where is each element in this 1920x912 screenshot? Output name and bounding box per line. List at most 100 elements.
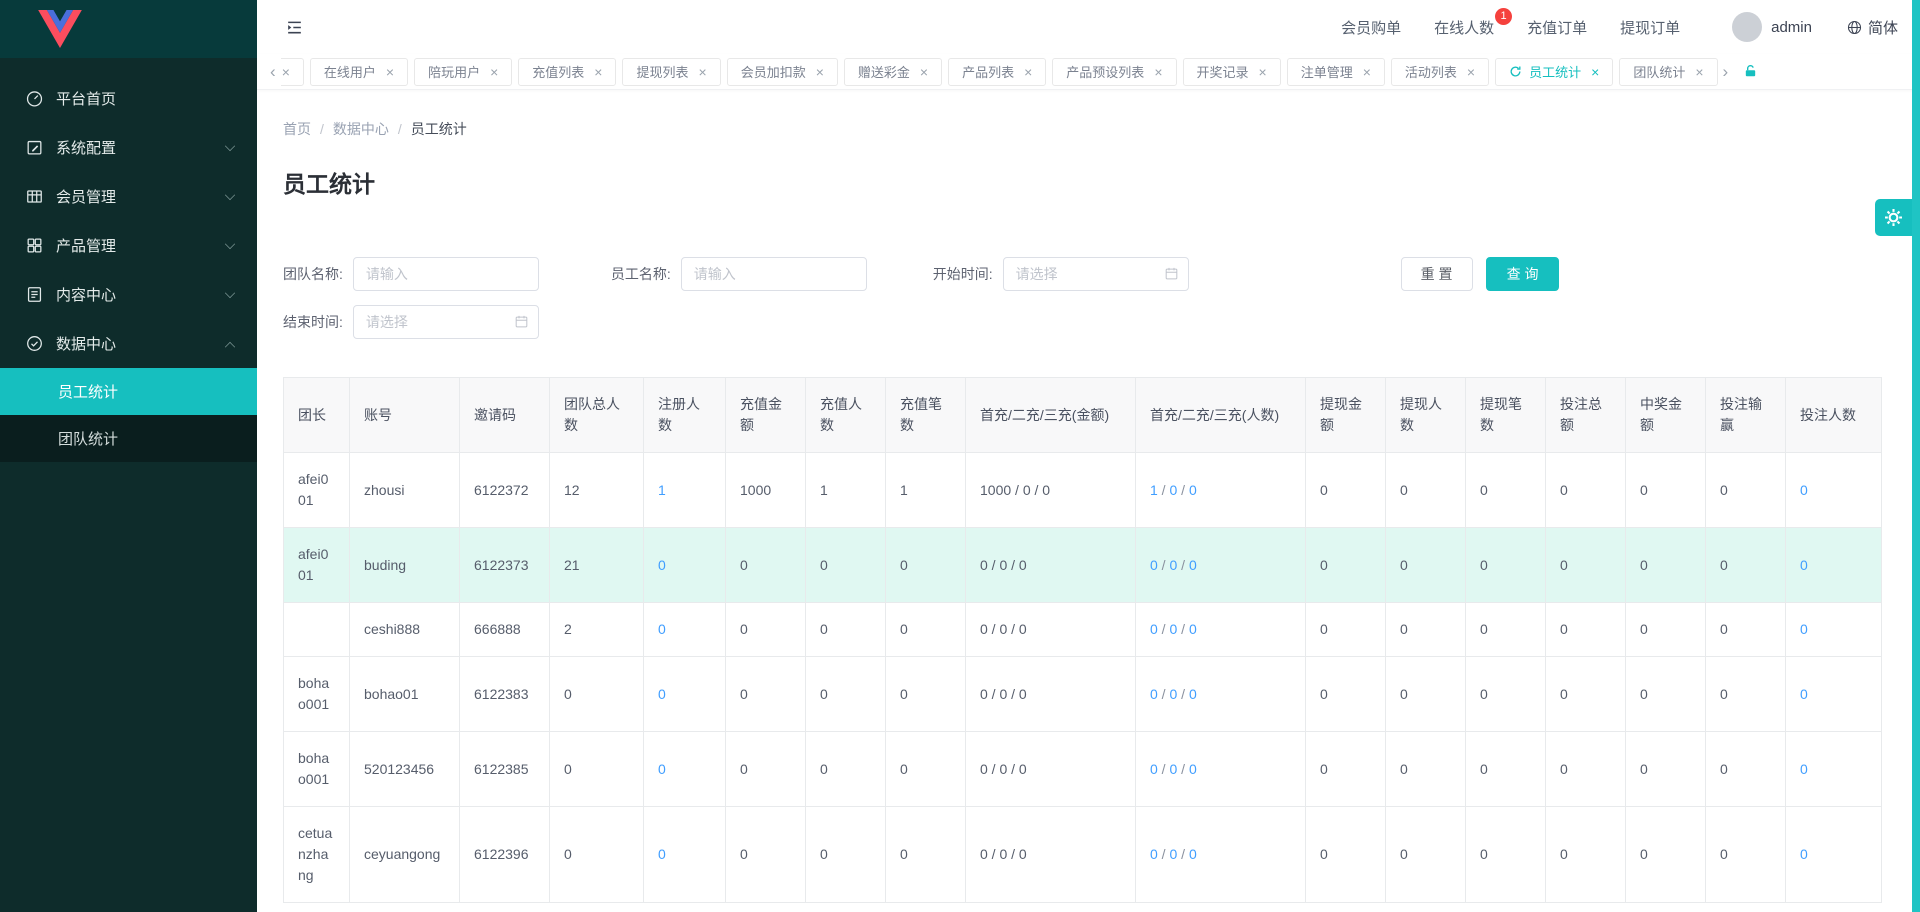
breadcrumb-data-center[interactable]: 数据中心 (333, 119, 389, 139)
registered-link[interactable]: 0 (658, 557, 666, 573)
table-row: bohao0015201234566122385000000 / 0 / 00 … (284, 732, 1882, 807)
bet_users-link[interactable]: 0 (1800, 621, 1808, 637)
cell-withdraw_count: 0 (1466, 657, 1546, 732)
staff-name-input[interactable] (681, 257, 867, 291)
cell-first_amount: 1000 / 0 / 0 (966, 453, 1136, 528)
first_users-link[interactable]: 0 (1150, 761, 1158, 777)
close-icon[interactable]: × (699, 65, 707, 79)
sidebar-item-member-management[interactable]: 会员管理 (0, 172, 257, 221)
close-icon[interactable]: × (1591, 65, 1599, 79)
tab-activity-list[interactable]: 活动列表 × (1391, 58, 1489, 86)
tab-team-stats[interactable]: 团队统计 × (1619, 58, 1717, 86)
close-icon[interactable]: × (490, 65, 498, 79)
first_users-link[interactable]: 0 (1189, 761, 1197, 777)
end-time-input[interactable] (353, 305, 539, 339)
breadcrumb-home[interactable]: 首页 (283, 119, 311, 139)
tab-staff-stats[interactable]: 员工统计 × (1495, 58, 1613, 86)
column-header: 充值笔数 (886, 378, 966, 453)
chevron-left-icon[interactable]: ‹ (265, 63, 281, 80)
close-icon[interactable]: × (920, 65, 928, 79)
cell-bet_winloss: 0 (1706, 528, 1786, 603)
tab-gift-bonus[interactable]: 赠送彩金 × (844, 58, 942, 86)
sidebar-item-staff-stats[interactable]: 员工统计 (0, 368, 257, 415)
tab-member-adjustments[interactable]: 会员加扣款 × (727, 58, 838, 86)
first_users-link[interactable]: 1 (1150, 482, 1158, 498)
cell-recharge_count: 0 (886, 603, 966, 657)
tab-peiwan-users[interactable]: 陪玩用户 × (414, 58, 512, 86)
tab-online-users[interactable]: 在线用户 × (310, 58, 408, 86)
close-icon[interactable]: × (1259, 65, 1267, 79)
table-row: ceshi888666888200000 / 0 / 00 / 0 / 0000… (284, 603, 1882, 657)
sidebar-item-data-center[interactable]: 数据中心 (0, 319, 257, 368)
bet_users-link[interactable]: 0 (1800, 686, 1808, 702)
close-icon[interactable]: × (816, 65, 824, 79)
close-icon[interactable]: × (282, 65, 290, 79)
first_users-link[interactable]: 0 (1150, 557, 1158, 573)
close-icon[interactable]: × (1695, 65, 1703, 79)
user-menu[interactable]: admin (1732, 12, 1812, 42)
start-time-input[interactable] (1003, 257, 1189, 291)
cell-recharge_amount: 0 (726, 657, 806, 732)
first_users-link[interactable]: 0 (1189, 621, 1197, 637)
bet_users-link[interactable]: 0 (1800, 482, 1808, 498)
settings-gear-button[interactable] (1875, 199, 1912, 236)
first_users-link[interactable]: 0 (1150, 846, 1158, 862)
cell-invite: 6122372 (460, 453, 550, 528)
table-row: afei001buding61223732100000 / 0 / 00 / 0… (284, 528, 1882, 603)
first_users-link[interactable]: 0 (1189, 482, 1197, 498)
scrollbar[interactable] (1912, 0, 1920, 912)
sidebar-item-content-center[interactable]: 内容中心 (0, 270, 257, 319)
first_users-link[interactable]: 0 (1189, 846, 1197, 862)
close-icon[interactable]: × (1154, 65, 1162, 79)
tab-product-list[interactable]: 产品列表 × (948, 58, 1046, 86)
column-header: 账号 (350, 378, 460, 453)
bet_users-link[interactable]: 0 (1800, 846, 1808, 862)
vue-logo-icon[interactable] (38, 10, 82, 48)
chevron-right-icon[interactable]: › (1718, 63, 1734, 80)
registered-link[interactable]: 0 (658, 686, 666, 702)
first_users-link[interactable]: 0 (1150, 621, 1158, 637)
sidebar-item-team-stats[interactable]: 团队统计 (0, 415, 257, 462)
close-icon[interactable]: × (1467, 65, 1475, 79)
tab-withdraw-list[interactable]: 提现列表 × (622, 58, 720, 86)
first_users-link[interactable]: 0 (1189, 557, 1197, 573)
topnav-withdraw-orders[interactable]: 提现订单 (1620, 17, 1686, 38)
tab-liang[interactable]: 量 × (281, 58, 304, 86)
topnav-online-count[interactable]: 在线人数1 (1434, 17, 1500, 38)
cell-win_amount: 0 (1626, 603, 1706, 657)
topnav-member-orders[interactable]: 会员购单 (1341, 17, 1407, 38)
cell-first_users: 0 / 0 / 0 (1136, 528, 1306, 603)
tab-lottery-records[interactable]: 开奖记录 × (1183, 58, 1281, 86)
registered-link[interactable]: 0 (658, 621, 666, 637)
sidebar-item-system-config[interactable]: 系统配置 (0, 123, 257, 172)
registered-link[interactable]: 1 (658, 482, 666, 498)
bet_users-link[interactable]: 0 (1800, 557, 1808, 573)
refresh-icon[interactable] (1509, 65, 1522, 78)
bet_users-link[interactable]: 0 (1800, 761, 1808, 777)
registered-link[interactable]: 0 (658, 846, 666, 862)
sidebar-item-product-management[interactable]: 产品管理 (0, 221, 257, 270)
search-button[interactable]: 查 询 (1486, 257, 1560, 291)
cell-withdraw_amount: 0 (1306, 528, 1386, 603)
unlock-icon[interactable] (1743, 64, 1758, 79)
sidebar-item-platform-home[interactable]: 平台首页 (0, 74, 257, 123)
registered-link[interactable]: 0 (658, 761, 666, 777)
start-time-filter: 开始时间: (933, 257, 1189, 291)
cell-registered: 1 (644, 453, 726, 528)
tab-bet-orders[interactable]: 注单管理 × (1287, 58, 1385, 86)
topnav-recharge-orders[interactable]: 充值订单 (1527, 17, 1593, 38)
team-name-input[interactable] (353, 257, 539, 291)
table-body: afei001zhousi61223721211000111000 / 0 / … (284, 453, 1882, 903)
language-switcher[interactable]: 简体 (1846, 17, 1898, 38)
close-icon[interactable]: × (1363, 65, 1371, 79)
first_users-link[interactable]: 0 (1150, 686, 1158, 702)
collapse-sidebar-icon[interactable] (285, 18, 304, 37)
close-icon[interactable]: × (386, 65, 394, 79)
tab-product-preset-list[interactable]: 产品预设列表 × (1052, 58, 1176, 86)
first_users-link[interactable]: 0 (1189, 686, 1197, 702)
tab-recharge-list[interactable]: 充值列表 × (518, 58, 616, 86)
close-icon[interactable]: × (594, 65, 602, 79)
cell-win_amount: 0 (1626, 807, 1706, 903)
reset-button[interactable]: 重 置 (1401, 257, 1473, 291)
close-icon[interactable]: × (1024, 65, 1032, 79)
